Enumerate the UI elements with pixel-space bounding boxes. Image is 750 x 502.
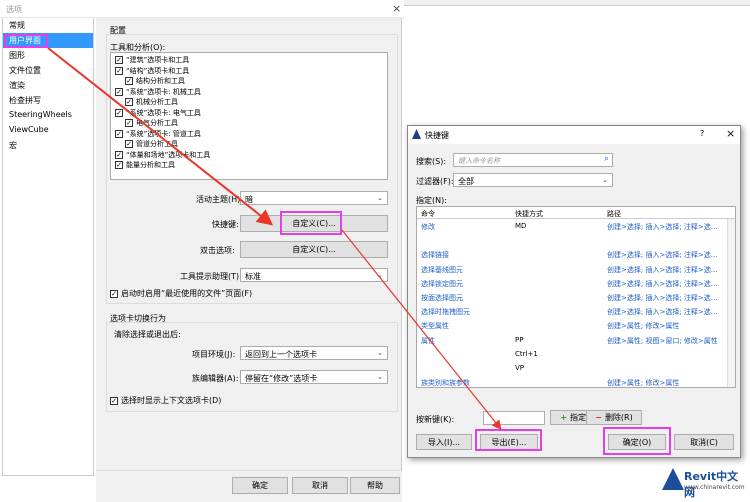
- annotation-arrows: [47, 47, 502, 430]
- arrow-2: [341, 229, 502, 430]
- revit-watermark-logo-icon: [662, 468, 684, 490]
- watermark: Revit中文网 www.chinarevit.com: [662, 466, 748, 500]
- arrow-1: [47, 47, 274, 226]
- watermark-url: www.chinarevit.com: [684, 484, 745, 491]
